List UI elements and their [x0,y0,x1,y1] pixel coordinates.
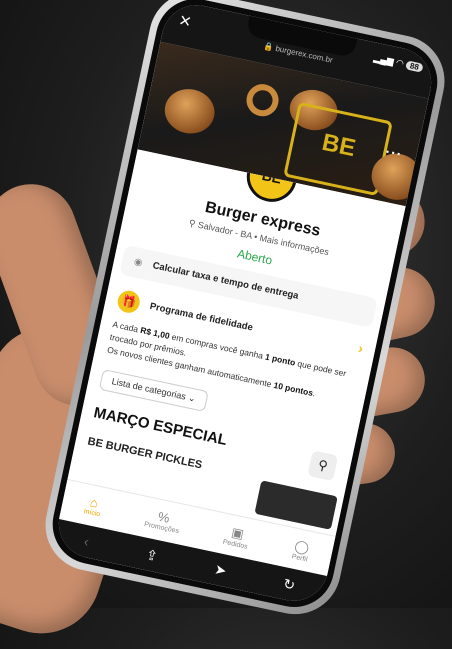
send-icon[interactable]: ➤ [213,560,228,579]
refresh-icon[interactable]: ↻ [282,575,297,594]
phone-frame: × Instagram 🔒 burgerex.com.br ▂▄▆ ◠ 88 B… [36,0,452,623]
wifi-icon: ◠ [395,57,405,69]
more-options-icon[interactable]: ··· [384,143,404,162]
back-icon[interactable]: ‹ [83,533,91,550]
loyalty-points: 1 ponto [264,351,297,368]
burger-image [160,84,219,139]
map-pin-icon: ◉ [133,256,144,269]
category-list-label: Lista de categorias [110,376,187,402]
battery-indicator: 88 [405,60,424,73]
category-list-dropdown[interactable]: Lista de categorias ⌄ [98,368,209,412]
gift-icon: 🎁 [115,288,142,315]
chevron-right-icon[interactable]: › [357,340,365,357]
map-pin-icon: ⚲ [188,217,197,229]
search-icon[interactable]: ⚲ [307,450,339,482]
phone-screen: × Instagram 🔒 burgerex.com.br ▂▄▆ ◠ 88 B… [52,0,438,608]
tab-orders[interactable]: ▣ Pedidos [222,523,252,550]
chevron-down-icon: ⌄ [187,392,197,404]
separator-dot: • [253,231,259,243]
tab-profile[interactable]: ◯ Perfil [291,537,311,563]
smartphone: × Instagram 🔒 burgerex.com.br ▂▄▆ ◠ 88 B… [36,0,452,623]
share-icon[interactable]: ⇪ [144,546,160,565]
onion-ring-image [243,81,282,120]
tab-home[interactable]: ⌂ Início [83,493,104,518]
phone-bezel: × Instagram 🔒 burgerex.com.br ▂▄▆ ◠ 88 B… [45,0,445,615]
loyalty-bonus-points: 10 pontos [272,379,315,398]
tab-promotions[interactable]: % Promoções [143,506,182,535]
loyalty-text: . [311,388,317,399]
